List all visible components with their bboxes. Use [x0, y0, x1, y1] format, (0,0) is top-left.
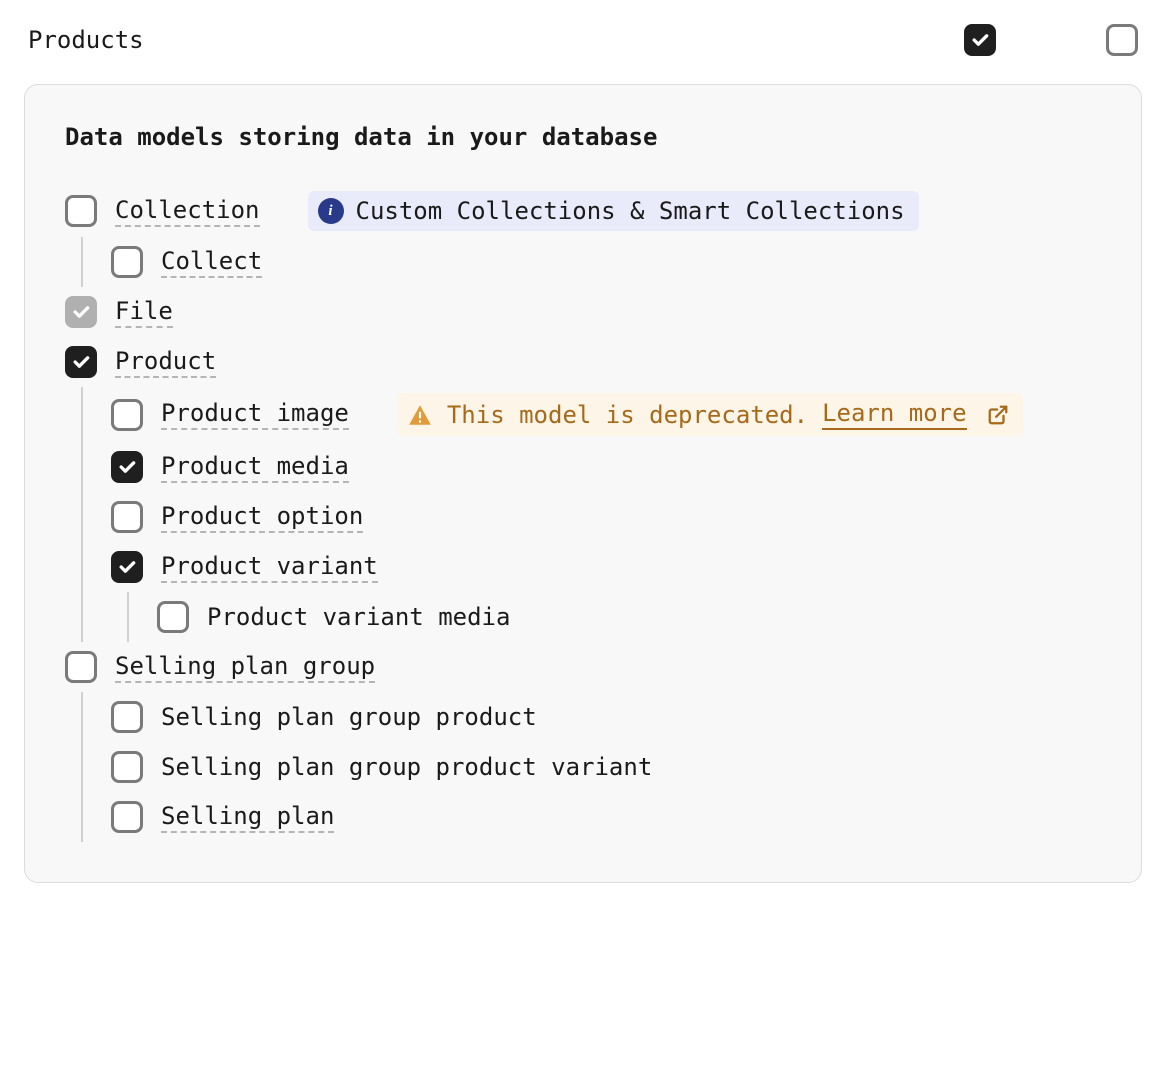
checkbox-file[interactable]	[65, 296, 97, 328]
model-label-product[interactable]: Product	[115, 347, 216, 378]
product-children: Product image This model is deprecated. …	[81, 387, 1101, 642]
external-link-icon	[987, 404, 1009, 426]
model-row-product-option: Product option	[111, 492, 1101, 542]
warning-text: This model is deprecated.	[447, 401, 808, 429]
model-row-product-image: Product image This model is deprecated. …	[111, 387, 1101, 442]
check-icon	[71, 302, 91, 322]
checkbox-product-image[interactable]	[111, 399, 143, 431]
checkbox-product-variant[interactable]	[111, 551, 143, 583]
model-label-selling-plan[interactable]: Selling plan	[161, 802, 334, 833]
model-row-product-media: Product media	[111, 442, 1101, 492]
check-icon	[71, 352, 91, 372]
model-label-file[interactable]: File	[115, 297, 173, 328]
info-icon	[318, 198, 344, 224]
warning-badge-deprecated: This model is deprecated. Learn more	[397, 393, 1023, 436]
model-row-collect: Collect	[111, 237, 1101, 287]
warning-learn-more-link[interactable]: Learn more	[822, 399, 967, 430]
check-icon	[117, 557, 137, 577]
model-row-selling-plan-group: Selling plan group	[65, 642, 1101, 692]
model-row-spg-product: Selling plan group product	[111, 692, 1101, 742]
model-label-spg-product[interactable]: Selling plan group product	[161, 703, 537, 731]
model-label-product-variant[interactable]: Product variant	[161, 552, 378, 583]
model-label-product-option[interactable]: Product option	[161, 502, 363, 533]
model-row-product-variant: Product variant	[111, 542, 1101, 592]
warning-icon	[407, 402, 433, 428]
header-checkbox-secondary[interactable]	[1106, 24, 1138, 56]
checkbox-collection[interactable]	[65, 195, 97, 227]
model-row-spg-product-variant: Selling plan group product variant	[111, 742, 1101, 792]
products-header-row: Products	[24, 24, 1142, 56]
info-text: Custom Collections & Smart Collections	[356, 197, 905, 225]
model-label-product-variant-media[interactable]: Product variant media	[207, 603, 510, 631]
checkbox-selling-plan-group[interactable]	[65, 651, 97, 683]
checkbox-product[interactable]	[65, 346, 97, 378]
model-row-product-variant-media: Product variant media	[157, 592, 1101, 642]
check-icon	[117, 457, 137, 477]
info-badge-collection: Custom Collections & Smart Collections	[308, 191, 919, 231]
checkbox-spg-product[interactable]	[111, 701, 143, 733]
model-label-selling-plan-group[interactable]: Selling plan group	[115, 652, 375, 683]
panel-title: Data models storing data in your databas…	[65, 123, 1101, 151]
model-label-collect[interactable]: Collect	[161, 247, 262, 278]
checkbox-collect[interactable]	[111, 246, 143, 278]
data-models-panel: Data models storing data in your databas…	[24, 84, 1142, 883]
selling-plan-group-children: Selling plan group product Selling plan …	[81, 692, 1101, 842]
checkbox-selling-plan[interactable]	[111, 801, 143, 833]
checkbox-product-variant-media[interactable]	[157, 601, 189, 633]
model-row-selling-plan: Selling plan	[111, 792, 1101, 842]
header-checkboxes	[964, 24, 1138, 56]
model-label-product-media[interactable]: Product media	[161, 452, 349, 483]
checkbox-product-option[interactable]	[111, 501, 143, 533]
header-checkbox-all[interactable]	[964, 24, 996, 56]
collection-children: Collect	[81, 237, 1101, 287]
model-row-file: File	[65, 287, 1101, 337]
page-title: Products	[28, 26, 144, 54]
model-row-collection: Collection Custom Collections & Smart Co…	[65, 185, 1101, 237]
model-label-product-image[interactable]: Product image	[161, 399, 349, 430]
checkbox-spg-product-variant[interactable]	[111, 751, 143, 783]
model-row-product: Product	[65, 337, 1101, 387]
model-label-spg-product-variant[interactable]: Selling plan group product variant	[161, 753, 652, 781]
check-icon	[970, 30, 990, 50]
model-label-collection[interactable]: Collection	[115, 196, 260, 227]
checkbox-product-media[interactable]	[111, 451, 143, 483]
product-variant-children: Product variant media	[127, 592, 1101, 642]
